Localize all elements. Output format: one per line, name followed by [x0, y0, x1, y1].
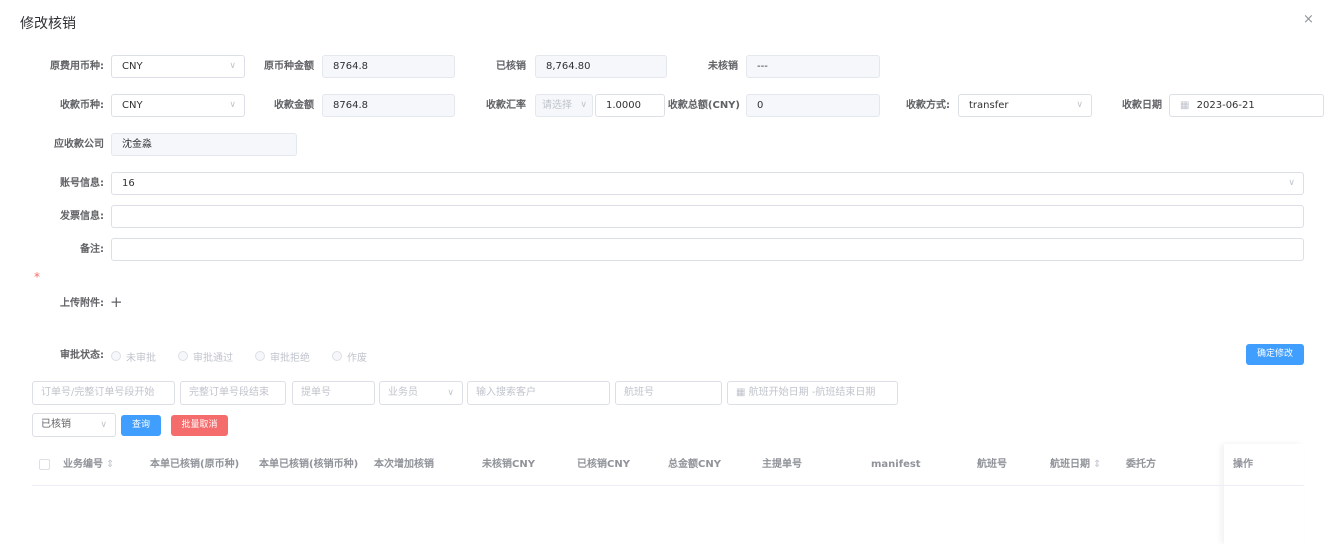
table-header-cell: 操作 [1233, 459, 1253, 470]
calendar-icon: ▦ [1180, 100, 1190, 111]
exchange-rate-select-placeholder: 请选择 [542, 100, 572, 111]
radio-label: 未审批 [126, 352, 156, 364]
radio-circle-icon [332, 351, 342, 361]
remark-input[interactable] [111, 238, 1304, 261]
exchange-rate-input[interactable]: 1.0000 [595, 94, 665, 117]
chevron-down-icon: ∨ [229, 61, 236, 71]
chevron-down-icon: ∨ [229, 100, 236, 110]
receipt-date-label: 收款日期 [1122, 100, 1162, 111]
radio-rejected[interactable]: 审批拒绝 [255, 349, 310, 364]
approval-radio-group: 未审批 审批通过 审批拒绝 作废 [111, 345, 389, 367]
receipt-currency-label: 收款币种: [60, 100, 104, 111]
table-header-cell: 总金额CNY [668, 459, 721, 470]
table-header-cell: manifest [871, 459, 921, 470]
orig-amount-label: 原币种金额 [264, 61, 314, 72]
table-header-cell: 本次增加核销 [374, 459, 434, 470]
salesman-select[interactable]: 业务员 ∨ [379, 381, 463, 405]
writeoff-status-value: 已核销 [41, 419, 71, 430]
sort-icon[interactable]: ⇕ [106, 459, 114, 470]
radio-label: 作废 [347, 352, 367, 364]
receipt-date-value: 2023-06-21 [1196, 100, 1255, 111]
radio-circle-icon [111, 351, 121, 361]
receipt-method-label: 收款方式: [906, 100, 950, 111]
orig-currency-label: 原费用币种: [50, 61, 104, 72]
table-header-cell: 已核销CNY [577, 459, 630, 470]
table-header-cell: 主提单号 [762, 459, 802, 470]
receipt-amount-field: 8764.8 [322, 94, 455, 117]
writeoff-status-select[interactable]: 已核销 ∨ [32, 413, 116, 437]
chevron-down-icon: ∨ [1288, 178, 1295, 188]
calendar-icon: ▦ [736, 387, 746, 398]
select-all-checkbox[interactable] [39, 459, 50, 470]
table-header-cell: 委托方 [1126, 459, 1156, 470]
table-header-cell: 未核销CNY [482, 459, 535, 470]
company-label: 应收款公司 [54, 139, 104, 150]
written-off-label: 已核销 [496, 61, 526, 72]
required-mark: * [34, 270, 40, 284]
sort-icon[interactable]: ⇕ [1093, 459, 1101, 470]
exchange-rate-currency-select[interactable]: 请选择 ∨ [535, 94, 593, 117]
flight-date-range-placeholder: 航班开始日期 -航班结束日期 [748, 387, 876, 398]
invoice-label: 发票信息: [60, 211, 104, 222]
not-written-off-label: 未核销 [708, 61, 738, 72]
batch-cancel-button[interactable]: 批量取消 [171, 415, 228, 436]
query-button[interactable]: 查询 [121, 415, 161, 436]
close-icon[interactable]: × [1303, 12, 1314, 27]
table-header-cell[interactable]: 业务编号 ⇕ [63, 444, 114, 486]
table-header-cell: 本单已核销(核销币种) [259, 459, 359, 470]
receipt-currency-value: CNY [122, 100, 143, 111]
account-value: 16 [122, 178, 135, 189]
salesman-placeholder: 业务员 [388, 387, 418, 398]
full-order-no-input[interactable]: 完整订单号段结束 [180, 381, 286, 405]
account-label: 账号信息: [60, 178, 104, 189]
total-cny-field: 0 [746, 94, 880, 117]
receipt-method-select[interactable]: transfer ∨ [958, 94, 1092, 117]
receipt-amount-label: 收款金额 [274, 100, 314, 111]
chevron-down-icon: ∨ [580, 100, 587, 110]
chevron-down-icon: ∨ [447, 388, 454, 398]
total-cny-label: 收款总额(CNY) [667, 100, 740, 111]
receipt-date-picker[interactable]: ▦ 2023-06-21 [1169, 94, 1324, 117]
radio-circle-icon [255, 351, 265, 361]
radio-void[interactable]: 作废 [332, 349, 367, 364]
exchange-rate-label: 收款汇率 [486, 100, 526, 111]
approval-label: 审批状态: [60, 350, 104, 361]
upload-label: 上传附件: [60, 298, 104, 309]
invoice-input[interactable] [111, 205, 1304, 228]
table-header: 业务编号 ⇕ 本单已核销(原币种) 本单已核销(核销币种) 本次增加核销 未核销C… [32, 444, 1304, 486]
written-off-field: 8,764.80 [535, 55, 667, 78]
chevron-down-icon: ∨ [1076, 100, 1083, 110]
account-select[interactable]: 16 ∨ [111, 172, 1304, 195]
orig-amount-field: 8764.8 [322, 55, 455, 78]
radio-circle-icon [178, 351, 188, 361]
confirm-edit-button[interactable]: 确定修改 [1246, 344, 1304, 365]
dialog-title: 修改核销 [20, 16, 76, 32]
table-header-cell: 航班号 [977, 459, 1007, 470]
customer-search-input[interactable]: 输入搜索客户 [467, 381, 610, 405]
radio-unapproved[interactable]: 未审批 [111, 349, 156, 364]
company-field: 沈金淼 [111, 133, 297, 156]
table-header-cell[interactable]: 航班日期 ⇕ [1050, 444, 1101, 486]
chevron-down-icon: ∨ [100, 420, 107, 430]
flight-no-input[interactable]: 航班号 [615, 381, 722, 405]
remark-label: 备注: [80, 244, 104, 255]
table-header-cell: 本单已核销(原币种) [150, 459, 240, 470]
orig-currency-value: CNY [122, 61, 143, 72]
bill-no-input[interactable]: 提单号 [292, 381, 375, 405]
flight-date-range-picker[interactable]: ▦ 航班开始日期 -航班结束日期 [727, 381, 898, 405]
plus-icon[interactable]: + [110, 293, 123, 311]
orig-currency-select[interactable]: CNY ∨ [111, 55, 245, 78]
receipt-currency-select[interactable]: CNY ∨ [111, 94, 245, 117]
receipt-method-value: transfer [969, 100, 1009, 111]
radio-approved[interactable]: 审批通过 [178, 349, 233, 364]
radio-label: 审批通过 [193, 352, 233, 364]
order-no-input[interactable]: 订单号/完整订单号段开始 [32, 381, 175, 405]
not-written-off-field: --- [746, 55, 880, 78]
radio-label: 审批拒绝 [270, 352, 310, 364]
